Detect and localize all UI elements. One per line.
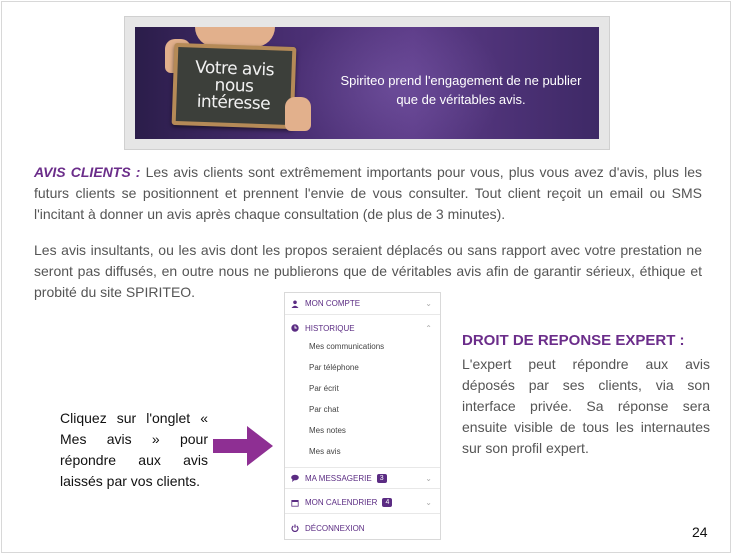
- chalkboard: Votre avis nous intéresse: [171, 42, 297, 130]
- calendrier-count-badge: 4: [382, 498, 393, 507]
- banner-caption: Spiriteo prend l'engagement de ne publie…: [340, 73, 582, 107]
- sub-item-notes[interactable]: Mes notes: [309, 426, 346, 435]
- droit-reponse-title: DROIT DE REPONSE EXPERT :: [462, 332, 685, 349]
- clock-icon: [290, 323, 300, 333]
- menu-deconnexion[interactable]: DÉCONNEXION: [285, 517, 440, 539]
- chalkboard-text: Votre avis nous intéresse: [176, 47, 293, 125]
- menu-messagerie-label: MA MESSAGERIE: [305, 473, 372, 483]
- chevron-down-icon: ⌄: [425, 498, 432, 507]
- chat-bubble-icon: [290, 473, 300, 483]
- banner-frame: Votre avis nous intéresse Spiriteo prend…: [124, 16, 610, 150]
- avis-clients-paragraph: AVIS CLIENTS : Les avis clients sont ext…: [34, 162, 702, 225]
- board-line-3: intéresse: [196, 91, 271, 114]
- chevron-up-icon: ⌃: [425, 323, 432, 333]
- hand-right: [285, 97, 311, 131]
- calendar-icon: [290, 498, 300, 508]
- sub-item-avis[interactable]: Mes avis: [309, 447, 341, 456]
- page-number: 24: [692, 524, 708, 540]
- menu-mon-compte[interactable]: MON COMPTE ⌄: [285, 293, 440, 315]
- avis-clients-title: AVIS CLIENTS :: [34, 164, 141, 180]
- menu-deconnexion-label: DÉCONNEXION: [305, 523, 365, 533]
- slide: Votre avis nous intéresse Spiriteo prend…: [1, 1, 731, 553]
- messagerie-count-badge: 3: [376, 473, 387, 483]
- menu-calendrier[interactable]: MON CALENDRIER 4 ⌄: [285, 492, 440, 514]
- instruction-text: Cliquez sur l'onglet « Mes avis » pour r…: [60, 410, 208, 489]
- droit-reponse-text: L'expert peut répondre aux avis déposés …: [462, 356, 710, 456]
- chevron-down-icon: ⌄: [425, 473, 432, 483]
- menu-historique[interactable]: HISTORIQUE ⌃: [285, 317, 440, 339]
- account-menu-screenshot: MON COMPTE ⌄ HISTORIQUE ⌃ Mes communicat…: [284, 292, 441, 540]
- sub-item-telephone[interactable]: Par téléphone: [309, 363, 359, 372]
- menu-historique-label: HISTORIQUE: [305, 323, 355, 333]
- menu-mon-compte-label: MON COMPTE: [305, 299, 361, 308]
- sub-item-chat[interactable]: Par chat: [309, 405, 339, 414]
- sub-item-communications[interactable]: Mes communications: [309, 342, 384, 351]
- arrow-right-icon: [213, 426, 273, 466]
- user-icon: [290, 299, 300, 309]
- menu-messagerie[interactable]: MA MESSAGERIE 3 ⌄: [285, 467, 440, 489]
- menu-calendrier-label: MON CALENDRIER: [305, 498, 378, 507]
- chevron-down-icon: ⌄: [425, 299, 432, 308]
- sub-item-ecrit[interactable]: Par écrit: [309, 384, 339, 393]
- banner-image: Votre avis nous intéresse Spiriteo prend…: [135, 27, 599, 139]
- power-icon: [290, 523, 300, 533]
